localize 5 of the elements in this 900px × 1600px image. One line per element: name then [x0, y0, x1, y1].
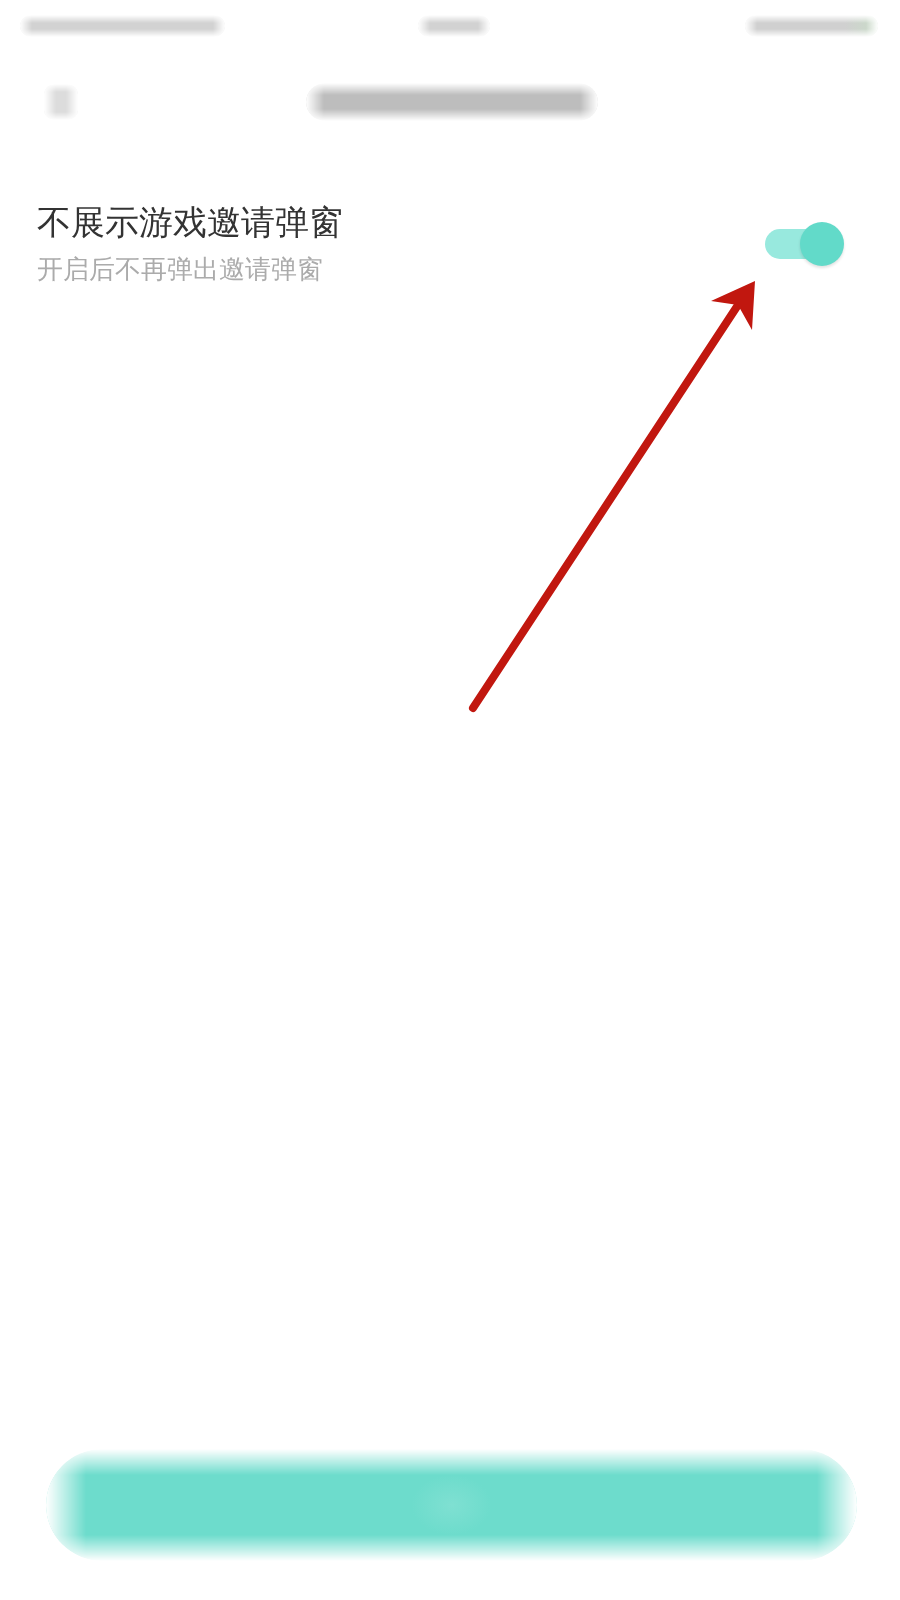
toggle-switch[interactable] [765, 221, 844, 266]
blurred-clock [418, 15, 490, 37]
setting-description: 开启后不再弹出邀请弹窗 [37, 253, 324, 285]
setting-title: 不展示游戏邀请弹窗 [37, 202, 344, 242]
blurred-back-icon [44, 84, 78, 120]
